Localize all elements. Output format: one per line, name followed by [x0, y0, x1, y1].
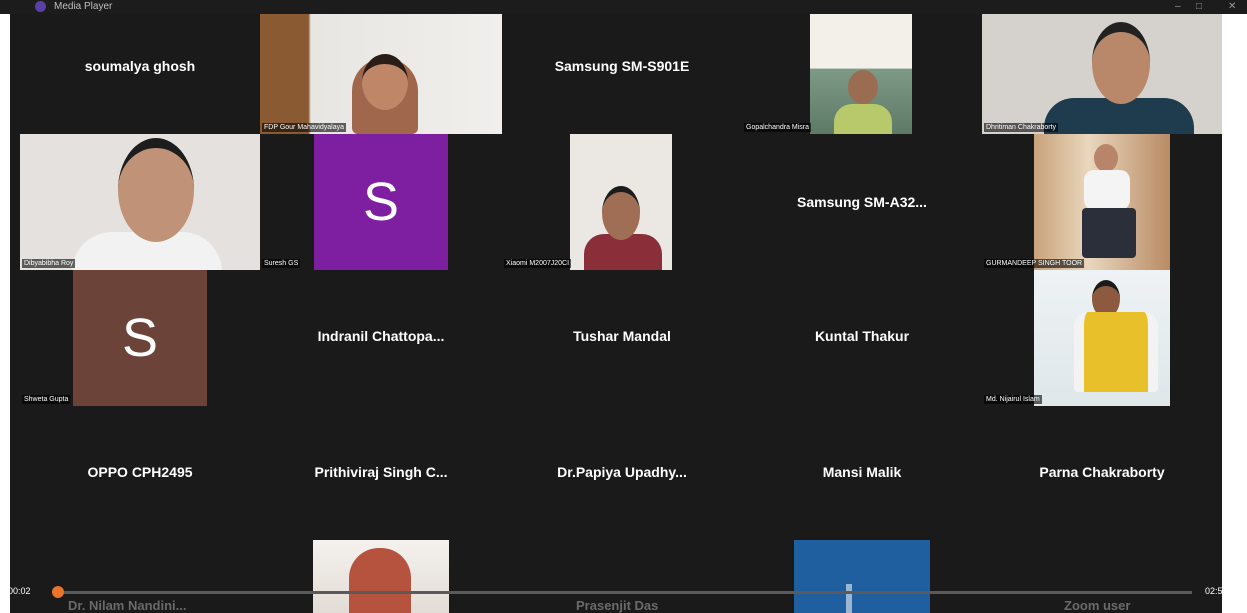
participant-tile[interactable]: Dr.Papiya Upadhy...: [502, 406, 742, 542]
participant-tile[interactable]: GURMANDEEP SINGH TOOR: [982, 134, 1222, 270]
participant-tile[interactable]: OPPO CPH2495: [20, 406, 260, 542]
person-silhouette: [834, 104, 892, 134]
person-silhouette: [1084, 170, 1130, 210]
close-button[interactable]: ✕: [1228, 0, 1236, 14]
participant-tile[interactable]: Mansi Malik: [742, 406, 982, 542]
participant-video: [982, 14, 1222, 134]
participant-video: [1034, 270, 1170, 406]
participant-name: Samsung SM-A32...: [797, 194, 927, 210]
total-time: 02:57:38: [1205, 586, 1241, 596]
window-title: Media Player: [54, 1, 113, 12]
participant-tile[interactable]: Md. Nijairul Islam: [982, 270, 1222, 406]
person-legs: [1082, 208, 1136, 258]
participant-name: soumalya ghosh: [84, 58, 196, 74]
participant-label: Shweta Gupta: [22, 395, 71, 404]
participant-name: Tushar Mandal: [573, 328, 671, 344]
participant-name: Samsung SM-S901E: [554, 58, 690, 74]
seek-thumb[interactable]: [52, 586, 64, 598]
participant-tile[interactable]: Parna Chakraborty: [982, 406, 1222, 542]
participant-label: Dhritiman Chakraborty: [984, 123, 1059, 132]
participant-label: Xiaomi M2007J20CI: [504, 259, 572, 268]
participant-name: Parna Chakraborty: [1039, 464, 1165, 480]
participant-label: GURMANDEEP SINGH TOOR: [984, 259, 1085, 268]
playback-controls: 00:02 02:57:38: [0, 580, 1247, 604]
participant-video: [570, 134, 672, 270]
person-head: [1092, 22, 1150, 104]
participant-name: Dr.Papiya Upadhy...: [557, 464, 687, 480]
title-bar: Media Player – □ ✕: [0, 0, 1247, 14]
participant-video: [810, 14, 912, 134]
participant-name: Indranil Chattopa...: [317, 328, 445, 344]
participant-name: OPPO CPH2495: [87, 464, 193, 480]
participant-name: Prithiviraj Singh C...: [314, 464, 448, 480]
participant-video: [20, 134, 260, 270]
participant-tile[interactable]: Indranil Chattopa...: [260, 270, 502, 406]
participant-tile[interactable]: soumalya ghosh: [20, 14, 260, 134]
elapsed-time: 00:02: [8, 586, 31, 596]
video-gallery: soumalya ghosh FDP Gour Mahavidyalaya Sa…: [10, 14, 1222, 613]
person-head: [848, 70, 878, 104]
restore-button[interactable]: □: [1196, 0, 1202, 14]
minimize-button[interactable]: –: [1175, 0, 1181, 14]
media-player-icon: [35, 1, 46, 12]
person-head: [362, 54, 408, 110]
participant-name: Kuntal Thakur: [814, 328, 910, 344]
participant-name: Mansi Malik: [822, 464, 902, 480]
avatar-letter: S: [121, 308, 159, 368]
seek-bar[interactable]: [60, 591, 1192, 594]
participant-video: [1034, 134, 1170, 270]
participant-label: Gopalchandra Misra: [744, 123, 812, 132]
participant-label: Md. Nijairul Islam: [984, 395, 1042, 404]
avatar: S: [314, 134, 448, 270]
avatar: S: [73, 270, 207, 406]
participant-tile[interactable]: S Shweta Gupta: [20, 270, 260, 406]
participant-label: Suresh GS: [262, 259, 301, 268]
participant-tile[interactable]: Tushar Mandal: [502, 270, 742, 406]
person-silhouette: [1074, 312, 1158, 392]
participant-tile[interactable]: Dibyabibha Roy: [20, 134, 260, 270]
participant-tile[interactable]: Xiaomi M2007J20CI: [502, 134, 742, 270]
participant-label: FDP Gour Mahavidyalaya: [262, 123, 347, 132]
participant-video: [260, 14, 502, 134]
person-head: [1094, 144, 1118, 172]
participant-tile[interactable]: Kuntal Thakur: [742, 270, 982, 406]
participant-tile[interactable]: Samsung SM-A32...: [742, 134, 982, 270]
participant-tile[interactable]: FDP Gour Mahavidyalaya: [260, 14, 502, 134]
participant-tile[interactable]: Samsung SM-S901E: [502, 14, 742, 134]
person-head: [602, 186, 640, 240]
participant-tile[interactable]: Prithiviraj Singh C...: [260, 406, 502, 542]
participant-tile[interactable]: Gopalchandra Misra: [742, 14, 982, 134]
avatar-letter: S: [362, 172, 400, 232]
participant-label: Dibyabibha Roy: [22, 259, 76, 268]
participant-tile[interactable]: S Suresh GS: [260, 134, 502, 270]
person-head: [118, 138, 194, 242]
participant-tile[interactable]: Dhritiman Chakraborty: [982, 14, 1222, 134]
